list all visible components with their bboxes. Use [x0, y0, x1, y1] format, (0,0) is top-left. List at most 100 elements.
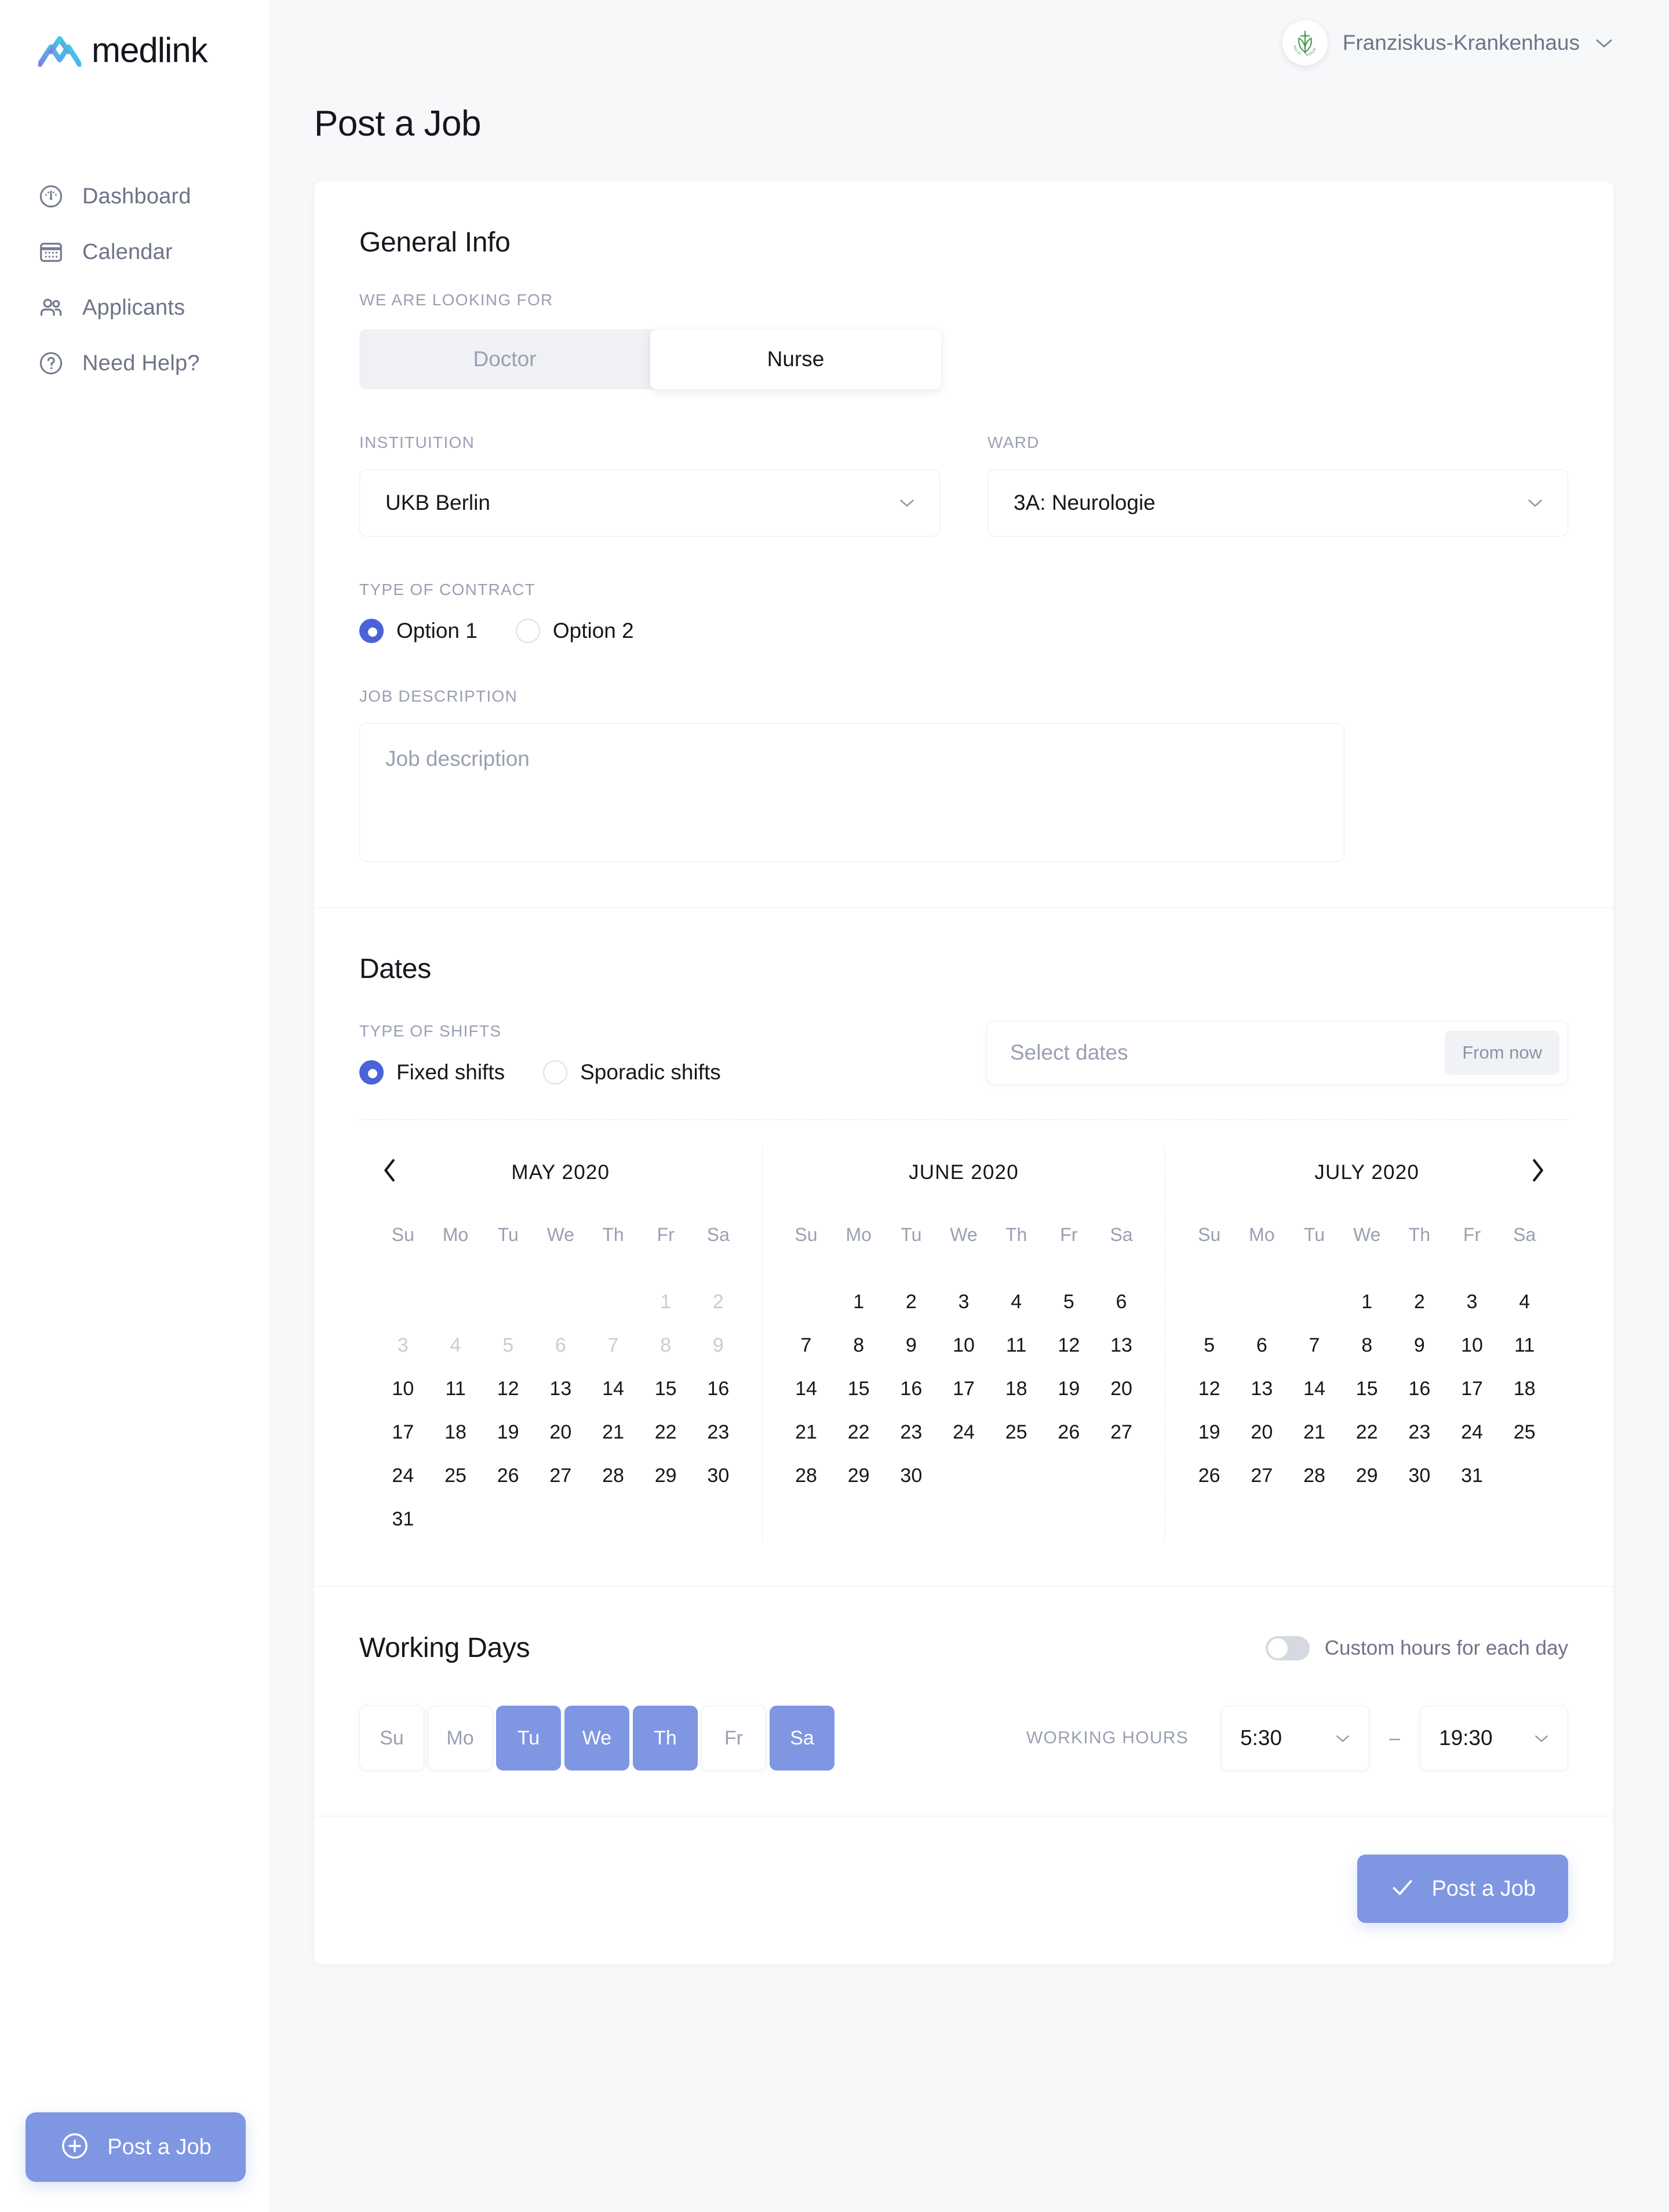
calendar-day[interactable]: 20 — [534, 1411, 587, 1454]
calendar-day[interactable]: 11 — [1498, 1324, 1551, 1367]
calendar-day[interactable]: 26 — [1043, 1411, 1095, 1454]
calendar-day[interactable]: 23 — [885, 1411, 938, 1454]
sidebar-post-job-button[interactable]: Post a Job — [25, 2112, 246, 2182]
calendar-day[interactable]: 19 — [482, 1411, 534, 1454]
calendar-day[interactable]: 18 — [1498, 1367, 1551, 1411]
radio-sporadic-shifts[interactable]: Sporadic shifts — [543, 1060, 721, 1085]
calendar-day[interactable]: 5 — [1183, 1324, 1236, 1367]
calendar-day[interactable]: 2 — [885, 1280, 938, 1324]
calendar-day[interactable]: 1 — [1340, 1280, 1393, 1324]
calendar-day[interactable]: 3 — [1446, 1280, 1499, 1324]
weekday-pill-th[interactable]: Th — [633, 1706, 698, 1771]
calendar-day[interactable]: 25 — [429, 1454, 482, 1498]
brand-logo[interactable]: medlink — [0, 0, 269, 70]
calendar-day[interactable]: 1 — [832, 1280, 885, 1324]
calendar-day[interactable]: 31 — [1446, 1454, 1499, 1498]
calendar-day[interactable]: 21 — [780, 1411, 833, 1454]
calendar-day[interactable]: 10 — [938, 1324, 990, 1367]
segment-doctor[interactable]: Doctor — [359, 329, 650, 389]
calendar-day[interactable]: 21 — [1288, 1411, 1341, 1454]
weekday-pill-sa[interactable]: Sa — [770, 1706, 834, 1771]
sidebar-item-dashboard[interactable]: Dashboard — [0, 169, 269, 224]
calendar-day[interactable]: 22 — [832, 1411, 885, 1454]
calendar-day[interactable]: 13 — [1236, 1367, 1288, 1411]
sidebar-item-need-help[interactable]: Need Help? — [0, 335, 269, 391]
calendar-day[interactable]: 16 — [692, 1367, 745, 1411]
calendar-day[interactable]: 2 — [1393, 1280, 1446, 1324]
calendar-day[interactable]: 27 — [534, 1454, 587, 1498]
radio-option-1[interactable]: Option 1 — [359, 619, 478, 643]
calendar-day[interactable]: 12 — [482, 1367, 534, 1411]
job-description-input[interactable]: Job description — [359, 723, 1344, 862]
calendar-day[interactable]: 30 — [692, 1454, 745, 1498]
calendar-day[interactable]: 20 — [1095, 1367, 1148, 1411]
account-switcher[interactable]: PAX ET BONUM Franziskus-Krankenhaus — [1282, 20, 1613, 65]
calendar-day[interactable]: 3 — [938, 1280, 990, 1324]
calendar-day[interactable]: 5 — [1043, 1280, 1095, 1324]
calendar-day[interactable]: 11 — [429, 1367, 482, 1411]
calendar-day[interactable]: 30 — [1393, 1454, 1446, 1498]
calendar-day[interactable]: 17 — [938, 1367, 990, 1411]
calendar-day[interactable]: 30 — [885, 1454, 938, 1498]
radio-option-2[interactable]: Option 2 — [515, 619, 634, 643]
calendar-day[interactable]: 14 — [780, 1367, 833, 1411]
calendar-day[interactable]: 23 — [1393, 1411, 1446, 1454]
calendar-day[interactable]: 11 — [990, 1324, 1043, 1367]
calendar-day[interactable]: 20 — [1236, 1411, 1288, 1454]
radio-fixed-shifts[interactable]: Fixed shifts — [359, 1060, 505, 1085]
calendar-day[interactable]: 26 — [482, 1454, 534, 1498]
ward-select[interactable]: 3A: Neurologie — [987, 469, 1568, 536]
calendar-day[interactable]: 14 — [587, 1367, 640, 1411]
calendar-day[interactable]: 23 — [692, 1411, 745, 1454]
weekday-pill-su[interactable]: Su — [359, 1706, 424, 1771]
chevron-right-icon[interactable] — [1529, 1157, 1546, 1188]
custom-hours-toggle[interactable] — [1265, 1636, 1310, 1660]
calendar-day[interactable]: 4 — [1498, 1280, 1551, 1324]
calendar-day[interactable]: 12 — [1043, 1324, 1095, 1367]
calendar-day[interactable]: 28 — [780, 1454, 833, 1498]
calendar-day[interactable]: 13 — [1095, 1324, 1148, 1367]
calendar-day[interactable]: 16 — [885, 1367, 938, 1411]
calendar-day[interactable]: 14 — [1288, 1367, 1341, 1411]
calendar-day[interactable]: 21 — [587, 1411, 640, 1454]
calendar-day[interactable]: 31 — [377, 1498, 429, 1541]
calendar-day[interactable]: 7 — [780, 1324, 833, 1367]
start-time-select[interactable]: 5:30 — [1221, 1706, 1370, 1771]
calendar-day[interactable]: 29 — [832, 1454, 885, 1498]
calendar-day[interactable]: 13 — [534, 1367, 587, 1411]
calendar-day[interactable]: 17 — [377, 1411, 429, 1454]
calendar-day[interactable]: 27 — [1236, 1454, 1288, 1498]
calendar-day[interactable]: 15 — [1340, 1367, 1393, 1411]
custom-hours-toggle-wrap[interactable]: Custom hours for each day — [1265, 1636, 1568, 1660]
calendar-day[interactable]: 12 — [1183, 1367, 1236, 1411]
calendar-day[interactable]: 22 — [1340, 1411, 1393, 1454]
calendar-day[interactable]: 24 — [377, 1454, 429, 1498]
calendar-day[interactable]: 6 — [1236, 1324, 1288, 1367]
calendar-day[interactable]: 19 — [1043, 1367, 1095, 1411]
calendar-day[interactable]: 10 — [1446, 1324, 1499, 1367]
weekday-pill-fr[interactable]: Fr — [701, 1706, 766, 1771]
calendar-day[interactable]: 6 — [1095, 1280, 1148, 1324]
calendar-day[interactable]: 26 — [1183, 1454, 1236, 1498]
segment-nurse[interactable]: Nurse — [650, 329, 941, 389]
calendar-day[interactable]: 15 — [832, 1367, 885, 1411]
calendar-day[interactable]: 9 — [1393, 1324, 1446, 1367]
calendar-day[interactable]: 25 — [1498, 1411, 1551, 1454]
calendar-day[interactable]: 25 — [990, 1411, 1043, 1454]
weekday-pill-tu[interactable]: Tu — [496, 1706, 561, 1771]
weekday-pill-mo[interactable]: Mo — [428, 1706, 493, 1771]
calendar-day[interactable]: 27 — [1095, 1411, 1148, 1454]
calendar-day[interactable]: 24 — [1446, 1411, 1499, 1454]
chevron-left-icon[interactable] — [381, 1157, 399, 1188]
calendar-day[interactable]: 8 — [1340, 1324, 1393, 1367]
calendar-day[interactable]: 9 — [885, 1324, 938, 1367]
from-now-button[interactable]: From now — [1445, 1031, 1559, 1075]
post-job-submit-button[interactable]: Post a Job — [1357, 1855, 1568, 1923]
calendar-day[interactable]: 15 — [639, 1367, 692, 1411]
chevron-down-icon[interactable] — [1595, 33, 1613, 53]
sidebar-item-calendar[interactable]: Calendar — [0, 224, 269, 280]
calendar-day[interactable]: 29 — [639, 1454, 692, 1498]
calendar-day[interactable]: 29 — [1340, 1454, 1393, 1498]
calendar-day[interactable]: 24 — [938, 1411, 990, 1454]
calendar-day[interactable]: 7 — [1288, 1324, 1341, 1367]
